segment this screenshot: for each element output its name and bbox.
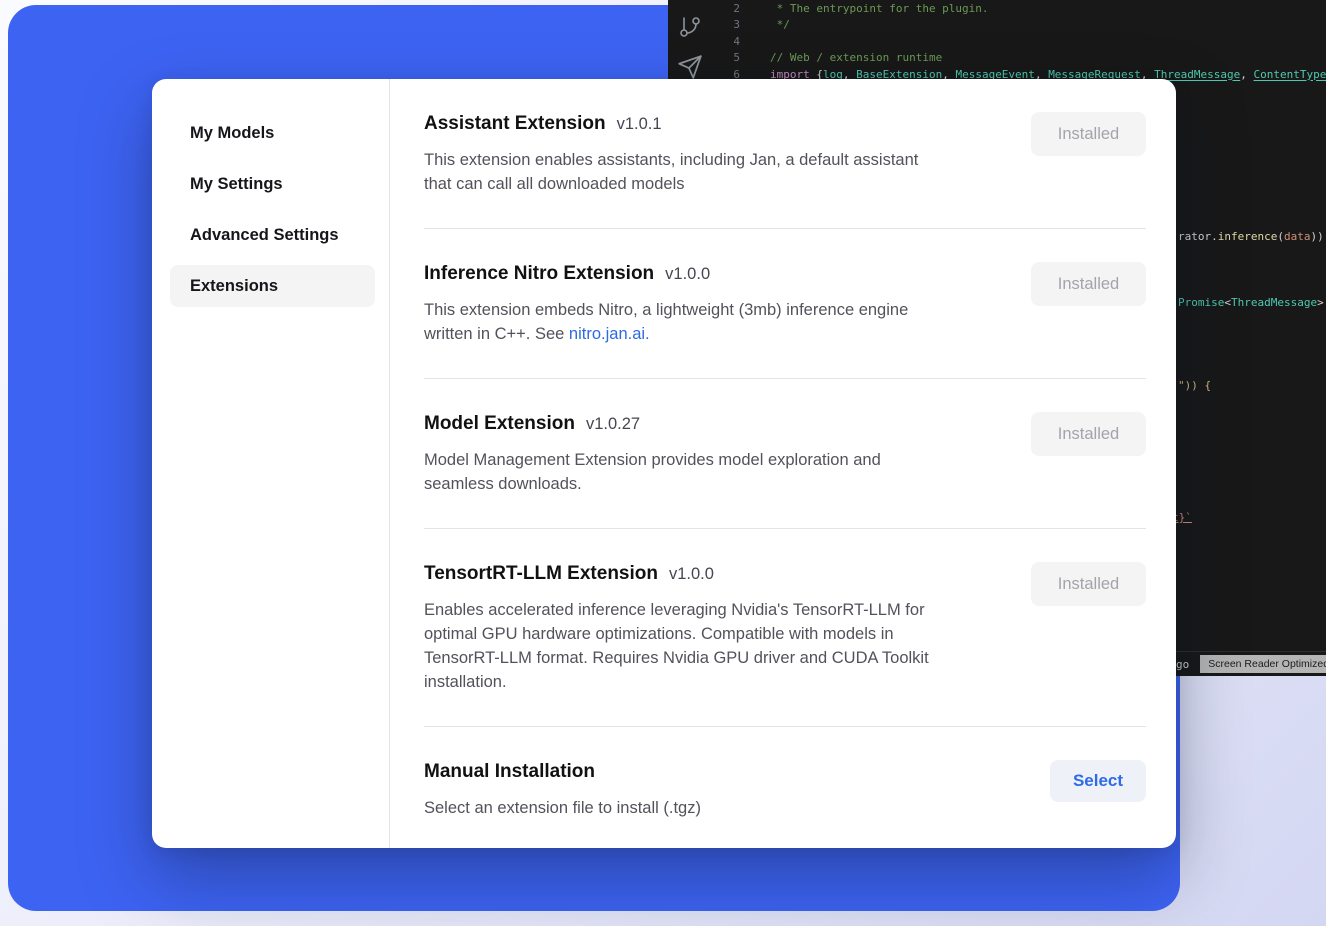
extension-item-assistant: Assistant Extension v1.0.1 This extensio… — [424, 112, 1146, 229]
extension-title-row: Manual Installation — [424, 760, 701, 784]
code-fragment: Promise<ThreadMessage> — [1178, 296, 1324, 309]
extension-title-row: Model Extension v1.0.27 — [424, 412, 881, 436]
sidebar-item-advanced-settings[interactable]: Advanced Settings — [170, 214, 375, 256]
settings-card: My Models My Settings Advanced Settings … — [152, 79, 1176, 848]
extension-version: v1.0.0 — [665, 265, 710, 284]
code-line: 4 — [708, 34, 1326, 50]
extension-info: Inference Nitro Extension v1.0.0 This ex… — [424, 262, 908, 346]
extension-info: Model Extension v1.0.27 Model Management… — [424, 412, 881, 496]
code-fragment: rator.inference(data)); — [1178, 230, 1326, 243]
extension-title: TensortRT-LLM Extension — [424, 562, 658, 586]
code-text: // Web / extension runtime — [770, 50, 942, 66]
line-number: 5 — [708, 50, 740, 66]
extension-item-inference-nitro: Inference Nitro Extension v1.0.0 This ex… — [424, 262, 1146, 379]
extension-title-row: Assistant Extension v1.0.1 — [424, 112, 918, 136]
extension-title: Assistant Extension — [424, 112, 606, 136]
screen-reader-badge[interactable]: Screen Reader Optimized — [1200, 655, 1326, 673]
code-line: 3 */ — [708, 17, 1326, 33]
code-line: 5 // Web / extension runtime — [708, 50, 1326, 66]
extension-info: TensortRT-LLM Extension v1.0.0 Enables a… — [424, 562, 929, 694]
manual-installation-section: Manual Installation Select an extension … — [424, 760, 1146, 820]
extension-version: v1.0.1 — [617, 115, 662, 134]
extension-version: v1.0.27 — [586, 415, 640, 434]
extension-item-tensorrt-llm: TensortRT-LLM Extension v1.0.0 Enables a… — [424, 562, 1146, 727]
desktop: { "colors": { "accent_blue": "#3d63f3", … — [0, 0, 1326, 926]
manual-installation-title: Manual Installation — [424, 760, 595, 784]
extension-title-row: Inference Nitro Extension v1.0.0 — [424, 262, 908, 286]
extension-description: Model Management Extension provides mode… — [424, 448, 881, 496]
extension-description-text: This extension embeds Nitro, a lightweig… — [424, 301, 908, 343]
line-number: 2 — [708, 1, 740, 17]
extension-title-row: TensortRT-LLM Extension v1.0.0 — [424, 562, 929, 586]
line-number: 3 — [708, 17, 740, 33]
status-text: go — [1176, 658, 1189, 671]
code-editor-lines: 2 * The entrypoint for the plugin. 3 */ … — [708, 1, 1326, 83]
sidebar-item-extensions[interactable]: Extensions — [170, 265, 375, 307]
code-text: * The entrypoint for the plugin. — [770, 1, 989, 17]
nitro-jan-ai-link[interactable]: nitro.jan.ai. — [569, 325, 650, 343]
line-number: 4 — [708, 34, 740, 50]
installed-button[interactable]: Installed — [1031, 412, 1146, 456]
extension-info: Assistant Extension v1.0.1 This extensio… — [424, 112, 918, 196]
code-line: 2 * The entrypoint for the plugin. — [708, 1, 1326, 17]
code-text: */ — [770, 17, 790, 33]
extension-title: Inference Nitro Extension — [424, 262, 654, 286]
extension-description: This extension embeds Nitro, a lightweig… — [424, 298, 908, 346]
select-file-button[interactable]: Select — [1050, 760, 1146, 802]
extension-version: v1.0.0 — [669, 565, 714, 584]
code-fragment: ")) { — [1178, 379, 1211, 392]
extension-info: Manual Installation Select an extension … — [424, 760, 701, 820]
manual-installation-description: Select an extension file to install (.tg… — [424, 796, 701, 820]
sidebar-item-my-models[interactable]: My Models — [170, 112, 375, 154]
installed-button[interactable]: Installed — [1031, 562, 1146, 606]
extension-description: This extension enables assistants, inclu… — [424, 148, 918, 196]
extensions-panel: Assistant Extension v1.0.1 This extensio… — [390, 79, 1176, 848]
sidebar-item-my-settings[interactable]: My Settings — [170, 163, 375, 205]
extension-item-model: Model Extension v1.0.27 Model Management… — [424, 412, 1146, 529]
extension-description: Enables accelerated inference leveraging… — [424, 598, 929, 694]
extension-title: Model Extension — [424, 412, 575, 436]
git-branch-icon[interactable] — [678, 13, 702, 45]
installed-button[interactable]: Installed — [1031, 262, 1146, 306]
installed-button[interactable]: Installed — [1031, 112, 1146, 156]
settings-sidebar: My Models My Settings Advanced Settings … — [152, 79, 390, 848]
